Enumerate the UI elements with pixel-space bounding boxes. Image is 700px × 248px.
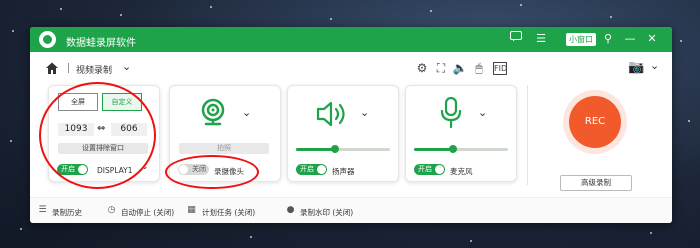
- close-icon[interactable]: ✕: [644, 31, 660, 47]
- height-input[interactable]: 606: [111, 123, 147, 136]
- watermark-link[interactable]: 录制水印 (关闭): [300, 207, 353, 218]
- watermark-icon: ●: [286, 205, 295, 215]
- speaker-volume-knob[interactable]: [331, 145, 340, 153]
- rec-button[interactable]: REC: [569, 96, 621, 148]
- speaker-volume-fill: [296, 148, 336, 151]
- camera-dropdown-chevron-icon[interactable]: ⌄: [650, 59, 659, 72]
- speaker-icon[interactable]: 🔈: [452, 60, 468, 76]
- star: [680, 40, 682, 42]
- settings-icon[interactable]: ⚙: [414, 60, 430, 76]
- star: [12, 30, 14, 32]
- star: [20, 228, 22, 230]
- screen-crop-icon[interactable]: ⛶: [433, 60, 449, 76]
- list-icon: ☰: [38, 205, 47, 215]
- star: [330, 18, 332, 20]
- volume-icon: [316, 100, 350, 131]
- star: [60, 8, 62, 10]
- schedule-link[interactable]: 计划任务 (关闭): [202, 207, 255, 218]
- width-input[interactable]: 1093: [58, 123, 94, 136]
- webcam-icon: [197, 96, 229, 131]
- menu-icon[interactable]: ☰: [533, 31, 549, 47]
- camera-card-footer: 关闭 录摄像头: [170, 161, 280, 181]
- home-icon[interactable]: [45, 61, 59, 75]
- microphone-chevron-icon[interactable]: ⌄: [478, 106, 487, 119]
- microphone-volume-fill: [414, 148, 454, 151]
- stop-clock-icon: ◷: [107, 205, 116, 215]
- star: [470, 240, 472, 242]
- star: [210, 6, 212, 8]
- star: [250, 236, 252, 238]
- title-bar: 数据蛙录屏软件 ☰ 小窗口 ⚲ — ✕: [30, 27, 672, 52]
- rec-button-ring: REC: [563, 90, 627, 154]
- microphone-icon: [440, 96, 462, 133]
- photo-button[interactable]: 拍照: [179, 143, 269, 154]
- camera-card: ⌄ 拍照 关闭 录摄像头: [169, 85, 281, 182]
- mini-window-button[interactable]: 小窗口: [566, 33, 596, 46]
- microphone-volume-slider[interactable]: [414, 145, 508, 153]
- microphone-volume-knob[interactable]: [449, 145, 458, 153]
- link-icon[interactable]: ⇔: [97, 123, 105, 134]
- star: [520, 4, 522, 6]
- minimize-icon[interactable]: —: [622, 31, 638, 47]
- panel-divider: [527, 85, 528, 185]
- calendar-icon: ▦: [187, 205, 196, 215]
- speaker-label: 扬声器: [332, 167, 355, 176]
- camera-toggle[interactable]: 关闭: [178, 164, 209, 175]
- star: [430, 10, 432, 12]
- custom-area-button[interactable]: 自定义: [102, 93, 142, 111]
- microphone-label: 麦克风: [450, 167, 473, 176]
- camera-icon[interactable]: 📷: [628, 60, 644, 76]
- camera-chevron-icon[interactable]: ⌄: [242, 106, 251, 119]
- microphone-card: ⌄ 开启 麦克风: [405, 85, 517, 182]
- star: [10, 140, 12, 142]
- microphone-toggle[interactable]: 开启: [414, 164, 445, 175]
- bottom-bar: ☰ 录制历史 ◷ 自动停止 (关闭) ▦ 计划任务 (关闭) ● 录制水印 (关…: [30, 197, 672, 223]
- message-icon[interactable]: [508, 31, 524, 47]
- microphone-card-footer: 开启 麦克风: [406, 161, 516, 181]
- auto-stop-link[interactable]: 自动停止 (关闭): [121, 207, 174, 218]
- star: [610, 16, 612, 18]
- app-window: 数据蛙录屏软件 ☰ 小窗口 ⚲ — ✕ 视频录制 ⌄ ⚙ ⛶ 🔈 🖱 FID 📷…: [30, 27, 672, 223]
- advanced-record-button[interactable]: 高级录制: [560, 175, 632, 191]
- star: [650, 232, 652, 234]
- camera-label: 录摄像头: [214, 167, 244, 176]
- screen-toggle[interactable]: 开启: [57, 164, 88, 175]
- toolbar: 视频录制 ⌄ ⚙ ⛶ 🔈 🖱 FID 📷 ⌄: [30, 52, 672, 84]
- mode-title: 视频录制: [76, 66, 113, 76]
- fid-icon[interactable]: FID: [493, 62, 507, 75]
- speaker-card-footer: 开启 扬声器: [288, 161, 398, 181]
- fullscreen-button[interactable]: 全屏: [58, 93, 98, 111]
- speaker-chevron-icon[interactable]: ⌄: [360, 106, 369, 119]
- mode-dropdown-chevron-icon[interactable]: ⌄: [122, 60, 131, 73]
- exclude-window-button[interactable]: 设置排除窗口: [58, 143, 148, 154]
- speaker-card: ⌄ 开启 扬声器: [287, 85, 399, 182]
- star: [688, 120, 690, 122]
- mouse-icon[interactable]: 🖱: [471, 60, 487, 76]
- app-logo: [39, 31, 56, 48]
- history-link[interactable]: 录制历史: [52, 207, 82, 218]
- screen-card-footer: 开启 DISPLAY1 ⌄: [49, 161, 159, 181]
- screen-area-card: 全屏 自定义 1093 ⇔ 606 设置排除窗口 开启 DISPLAY1 ⌄: [48, 85, 160, 182]
- star: [120, 14, 122, 16]
- speaker-toggle[interactable]: 开启: [296, 164, 327, 175]
- app-title: 数据蛙录屏软件: [66, 38, 136, 49]
- display-label: DISPLAY1: [97, 166, 133, 175]
- display-chevron-icon[interactable]: ⌄: [141, 162, 149, 172]
- speaker-volume-slider[interactable]: [296, 145, 390, 153]
- separator: [68, 63, 69, 73]
- pin-icon[interactable]: ⚲: [600, 31, 616, 47]
